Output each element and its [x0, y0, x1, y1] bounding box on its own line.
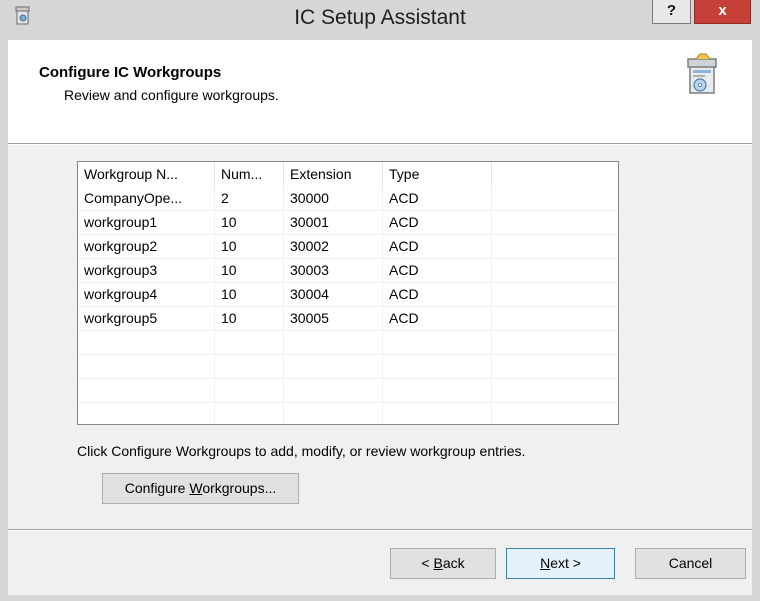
installer-box-icon: [680, 53, 724, 97]
configure-button-label-end: orkgroups...: [202, 480, 277, 496]
page-title: Configure IC Workgroups: [39, 64, 222, 81]
configure-button-label-start: Configure: [124, 480, 190, 496]
wizard-header: Configure IC Workgroups Review and confi…: [8, 40, 752, 143]
cell-workgroup-name: workgroup1: [84, 214, 158, 230]
column-header-extension[interactable]: Extension: [284, 162, 383, 186]
title-bar[interactable]: IC Setup Assistant ? x: [0, 0, 760, 40]
cell-type: ACD: [389, 238, 419, 254]
cell-workgroup-name: workgroup3: [84, 262, 158, 278]
footer-separator: [8, 529, 752, 531]
next-button[interactable]: Next >: [506, 548, 615, 579]
cancel-button[interactable]: Cancel: [635, 548, 746, 579]
instruction-text: Click Configure Workgroups to add, modif…: [77, 443, 526, 459]
cell-number: 2: [221, 190, 229, 206]
next-button-label-end: ext >: [550, 555, 581, 571]
cell-type: ACD: [389, 286, 419, 302]
cell-number: 10: [221, 214, 237, 230]
back-button[interactable]: < Back: [390, 548, 496, 579]
grid-line: [78, 378, 618, 379]
grid-line: [78, 354, 618, 355]
column-header-number[interactable]: Num...: [215, 162, 284, 186]
configure-button-accelerator: W: [189, 480, 203, 496]
cell-number: 10: [221, 262, 237, 278]
workgroups-list[interactable]: Workgroup N... Num... Extension Type Com…: [77, 161, 619, 425]
cell-number: 10: [221, 238, 237, 254]
table-row[interactable]: workgroup4 10 30004 ACD: [78, 282, 618, 306]
table-row[interactable]: workgroup2 10 30002 ACD: [78, 234, 618, 258]
cell-extension: 30005: [290, 310, 329, 326]
cell-type: ACD: [389, 262, 419, 278]
cell-number: 10: [221, 310, 237, 326]
table-row[interactable]: workgroup3 10 30003 ACD: [78, 258, 618, 282]
column-header-type[interactable]: Type: [383, 162, 492, 186]
cell-type: ACD: [389, 214, 419, 230]
page-subtitle: Review and configure workgroups.: [64, 87, 279, 103]
next-button-accelerator: N: [540, 555, 551, 571]
wizard-page: Configure IC Workgroups Review and confi…: [8, 40, 752, 595]
table-row[interactable]: CompanyOpe... 2 30000 ACD: [78, 186, 618, 210]
back-button-label-start: <: [421, 555, 434, 571]
setup-assistant-window: IC Setup Assistant ? x Configure IC Work…: [0, 0, 760, 601]
cell-type: ACD: [389, 310, 419, 326]
list-header: Workgroup N... Num... Extension Type: [78, 162, 618, 186]
cell-type: ACD: [389, 190, 419, 206]
back-button-accelerator: B: [433, 555, 443, 571]
back-button-label-end: ack: [442, 555, 465, 571]
grid-line: [78, 330, 618, 331]
cell-extension: 30002: [290, 238, 329, 254]
cell-extension: 30003: [290, 262, 329, 278]
close-button[interactable]: x: [694, 0, 751, 24]
grid-line: [78, 402, 618, 403]
cell-workgroup-name: CompanyOpe...: [84, 190, 183, 206]
cell-number: 10: [221, 286, 237, 302]
table-row[interactable]: workgroup1 10 30001 ACD: [78, 210, 618, 234]
help-button[interactable]: ?: [652, 0, 691, 24]
table-row[interactable]: workgroup5 10 30005 ACD: [78, 306, 618, 330]
cell-workgroup-name: workgroup5: [84, 310, 158, 326]
cell-workgroup-name: workgroup4: [84, 286, 158, 302]
cell-extension: 30004: [290, 286, 329, 302]
window-title: IC Setup Assistant: [294, 6, 466, 29]
cell-extension: 30001: [290, 214, 329, 230]
header-separator: [8, 143, 752, 145]
configure-workgroups-button[interactable]: Configure Workgroups...: [102, 473, 299, 504]
cell-extension: 30000: [290, 190, 329, 206]
column-header-workgroup-name[interactable]: Workgroup N...: [78, 162, 215, 186]
cell-workgroup-name: workgroup2: [84, 238, 158, 254]
